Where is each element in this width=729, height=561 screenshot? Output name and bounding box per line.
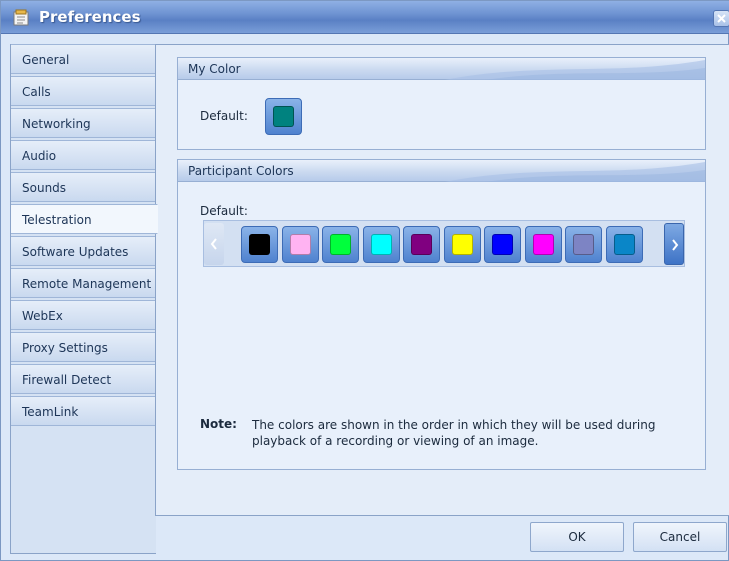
participant-color-swatch[interactable]	[362, 226, 400, 263]
sidebar-item-software-updates[interactable]: Software Updates	[11, 236, 157, 266]
participant-color-fill	[492, 234, 513, 255]
my-color-title: My Color	[188, 62, 241, 76]
sidebar-item-label: WebEx	[22, 309, 63, 323]
note-text: The colors are shown in the order in whi…	[252, 418, 656, 448]
cancel-button[interactable]: Cancel	[633, 522, 727, 552]
participant-color-fill	[573, 234, 594, 255]
header-wave-decoration	[445, 60, 705, 80]
preferences-sidebar: General Calls Networking Audio Sounds Te…	[10, 44, 158, 554]
participant-color-strip	[203, 220, 685, 267]
participant-color-swatch[interactable]	[484, 226, 521, 263]
participant-color-swatch[interactable]	[443, 226, 481, 263]
sidebar-item-telestration[interactable]: Telestration	[11, 204, 158, 234]
sidebar-item-audio[interactable]: Audio	[11, 140, 157, 170]
participant-color-fill	[249, 234, 270, 255]
my-color-swatch-button[interactable]	[265, 98, 302, 135]
close-icon	[717, 14, 726, 23]
scroll-right-button[interactable]	[664, 223, 684, 265]
sidebar-item-label: Remote Management	[22, 277, 152, 291]
chevron-left-icon	[210, 238, 217, 250]
participant-color-fill	[289, 234, 311, 255]
chevron-right-icon	[672, 239, 679, 251]
participant-color-swatch[interactable]	[524, 226, 562, 263]
participant-color-swatch[interactable]	[281, 226, 319, 263]
sidebar-item-label: Audio	[22, 149, 57, 163]
participant-color-fill	[370, 234, 392, 255]
sidebar-item-proxy-settings[interactable]: Proxy Settings	[11, 332, 157, 362]
participant-color-swatch[interactable]	[322, 226, 359, 263]
ok-button[interactable]: OK	[530, 522, 624, 552]
scroll-left-button[interactable]	[204, 223, 224, 265]
participant-color-swatch[interactable]	[241, 226, 278, 263]
participant-color-swatch[interactable]	[605, 226, 643, 263]
my-color-header: My Color	[178, 58, 705, 80]
title-bar[interactable]: Preferences	[1, 1, 729, 34]
preferences-icon	[13, 9, 29, 26]
participant-color-swatch[interactable]	[403, 226, 440, 263]
sidebar-item-label: Proxy Settings	[22, 341, 108, 355]
window-title: Preferences	[39, 8, 141, 26]
sidebar-item-label: Sounds	[22, 181, 67, 195]
sidebar-item-sounds[interactable]: Sounds	[11, 172, 157, 202]
sidebar-item-label: Calls	[22, 85, 51, 99]
header-wave-decoration	[445, 162, 705, 182]
participant-color-fill	[330, 234, 351, 255]
sidebar-item-calls[interactable]: Calls	[11, 76, 157, 106]
participant-color-fill	[411, 234, 432, 255]
participant-color-fill	[532, 234, 554, 255]
my-color-default-label: Default:	[200, 109, 248, 123]
preferences-window: Preferences General Calls Networking Aud…	[0, 0, 729, 561]
participant-colors-default-label: Default:	[200, 204, 248, 218]
sidebar-item-label: Networking	[22, 117, 91, 131]
sidebar-item-label: General	[22, 53, 70, 67]
my-color-group: My Color	[177, 57, 706, 150]
close-button[interactable]	[713, 10, 729, 27]
my-color-fill	[273, 106, 294, 127]
sidebar-item-label: Telestration	[22, 213, 92, 227]
participant-color-fill	[613, 234, 635, 255]
sidebar-item-teamlink[interactable]: TeamLink	[11, 396, 157, 426]
sidebar-item-general[interactable]: General	[11, 44, 157, 74]
sidebar-item-label: Software Updates	[22, 245, 129, 259]
sidebar-item-label: Firewall Detect	[22, 373, 112, 387]
sidebar-item-networking[interactable]: Networking	[11, 108, 157, 138]
participant-colors-header: Participant Colors	[178, 160, 705, 182]
sidebar-item-label: TeamLink	[22, 405, 79, 419]
note-label: Note:	[200, 417, 237, 431]
sidebar-item-firewall-detect[interactable]: Firewall Detect	[11, 364, 157, 394]
sidebar-item-webex[interactable]: WebEx	[11, 300, 157, 330]
participant-color-fill	[451, 234, 473, 255]
sidebar-item-remote-management[interactable]: Remote Management	[11, 268, 157, 298]
participant-colors-title: Participant Colors	[188, 164, 294, 178]
participant-color-swatch[interactable]	[565, 226, 602, 263]
